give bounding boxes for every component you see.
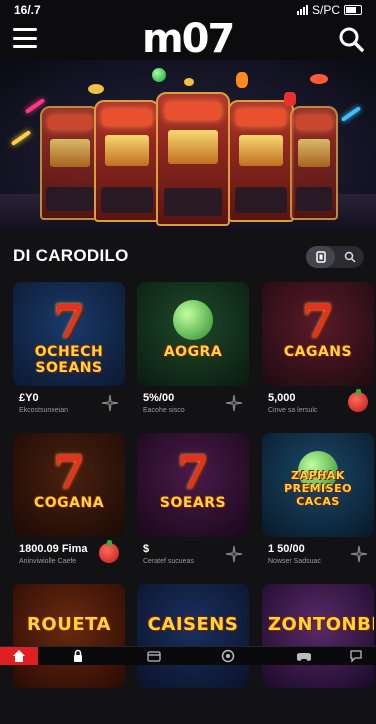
game-caption: Nowser Sadsuac xyxy=(268,558,321,565)
cherry-icon[interactable] xyxy=(99,540,119,563)
coin-icon xyxy=(88,84,104,94)
light-streak xyxy=(340,106,362,122)
lucky-seven-graphic: 7 xyxy=(52,445,85,499)
lock-icon xyxy=(74,649,82,662)
section-title: DI CARODILO xyxy=(13,246,129,265)
slot-machine-icon xyxy=(290,106,338,220)
coin-icon xyxy=(310,74,328,84)
game-title: ZONTONBPRES xyxy=(268,614,374,635)
signal-icon xyxy=(296,5,308,15)
sparkle-icon[interactable] xyxy=(225,545,243,563)
light-streak xyxy=(10,130,32,146)
game-card[interactable]: 7 SOEARS $ Ceratef sucueas xyxy=(137,433,249,573)
game-thumbnail[interactable]: ZAPHAK PREMISEO CACAS xyxy=(262,433,374,537)
game-caption: Aninviwiolle Caefe xyxy=(19,558,77,565)
game-card[interactable]: 7 COGANA 1800.09 Fima Aninviwiolle Caefe xyxy=(13,433,125,573)
game-price: £Y0 xyxy=(19,392,39,404)
nav-home[interactable] xyxy=(0,647,38,665)
game-thumbnail[interactable]: 7 SOEARS xyxy=(137,433,249,537)
nav-lock[interactable] xyxy=(58,647,98,665)
app-bar: m07 xyxy=(0,16,376,62)
game-title: COGANA xyxy=(33,495,105,511)
cherry-icon[interactable] xyxy=(348,389,368,412)
game-title: OCHECH SOEANS xyxy=(34,344,104,376)
game-title: CAISENS xyxy=(147,614,239,635)
game-price: 1 50/00 xyxy=(268,543,305,555)
sparkle-icon[interactable] xyxy=(225,394,243,412)
gem-icon xyxy=(152,68,166,82)
view-toggle[interactable] xyxy=(306,246,364,268)
card-icon xyxy=(315,251,326,263)
status-indicator-text: S/PC xyxy=(311,3,340,17)
grid-view-button[interactable] xyxy=(306,246,335,268)
gamepad-icon xyxy=(297,653,311,661)
game-price: 5,000 xyxy=(268,392,296,404)
game-title: SOEARS xyxy=(159,495,227,511)
nav-games[interactable] xyxy=(284,647,324,665)
game-title: ROUETA xyxy=(27,614,111,635)
slot-machine-icon xyxy=(94,100,160,222)
chip-icon xyxy=(221,649,235,663)
game-thumbnail[interactable]: CAISENS xyxy=(137,584,249,688)
lucky-seven-graphic: 7 xyxy=(176,445,209,499)
hero-banner[interactable] xyxy=(0,60,376,232)
game-caption: Eacohe sisco xyxy=(143,407,185,414)
game-thumbnail[interactable]: 7 CAGANS xyxy=(262,282,374,386)
wallet-icon xyxy=(147,651,161,662)
game-price: $ xyxy=(143,543,150,555)
gem-icon xyxy=(236,72,248,88)
game-price: 5%/00 xyxy=(143,392,175,404)
nav-wallet[interactable] xyxy=(134,647,174,665)
game-title: ZAPHAK PREMISEO CACAS xyxy=(284,469,352,508)
game-thumbnail[interactable]: ZONTONBPRES xyxy=(262,584,374,688)
search-filter-button[interactable] xyxy=(335,246,364,268)
gem-icon xyxy=(284,92,296,106)
nav-chip[interactable] xyxy=(208,647,248,665)
nav-chat[interactable] xyxy=(336,647,376,665)
slot-machine-icon xyxy=(156,92,230,226)
game-caption: Ekcostsunxeian xyxy=(19,407,69,414)
status-time: 16/.7 xyxy=(14,3,41,17)
bottom-nav xyxy=(0,646,376,665)
gem-icon xyxy=(173,300,213,340)
lucky-seven-graphic: 7 xyxy=(52,294,85,348)
game-caption: Ceratef sucueas xyxy=(143,558,194,565)
game-card[interactable]: ZAPHAK PREMISEO CACAS 1 50/00 Nowser Sadsu… xyxy=(262,433,374,573)
lucky-seven-graphic: 7 xyxy=(301,294,334,348)
chat-icon xyxy=(350,650,362,663)
menu-button[interactable] xyxy=(13,28,37,48)
game-card[interactable]: AOGRA 5%/00 Eacohe sisco xyxy=(137,282,249,422)
battery-icon xyxy=(344,5,362,15)
game-thumbnail[interactable]: 7 COGANA xyxy=(13,433,125,537)
game-card[interactable]: 7 CAGANS 5,000 Cinve sa lersulc xyxy=(262,282,374,422)
slot-machine-icon xyxy=(40,106,100,220)
status-indicators: S/PC xyxy=(296,3,362,17)
game-caption: Cinve sa lersulc xyxy=(268,407,318,414)
search-icon xyxy=(344,251,356,263)
search-icon[interactable] xyxy=(338,26,364,52)
app-logo: m07 xyxy=(142,16,235,62)
game-card[interactable]: 7 OCHECH SOEANS £Y0 Ekcostsunxeian xyxy=(13,282,125,422)
game-thumbnail[interactable]: AOGRA xyxy=(137,282,249,386)
game-title: CAGANS xyxy=(283,344,353,360)
game-price: 1800.09 Fima xyxy=(19,543,88,555)
slot-machine-icon xyxy=(228,100,294,222)
coin-icon xyxy=(184,78,194,86)
home-icon xyxy=(13,650,25,662)
game-thumbnail[interactable]: 7 OCHECH SOEANS xyxy=(13,282,125,386)
game-title: AOGRA xyxy=(163,344,223,360)
sparkle-icon[interactable] xyxy=(101,394,119,412)
section-header: DI CARODILO xyxy=(0,236,376,276)
sparkle-icon[interactable] xyxy=(350,545,368,563)
game-thumbnail[interactable]: ROUETA xyxy=(13,584,125,688)
